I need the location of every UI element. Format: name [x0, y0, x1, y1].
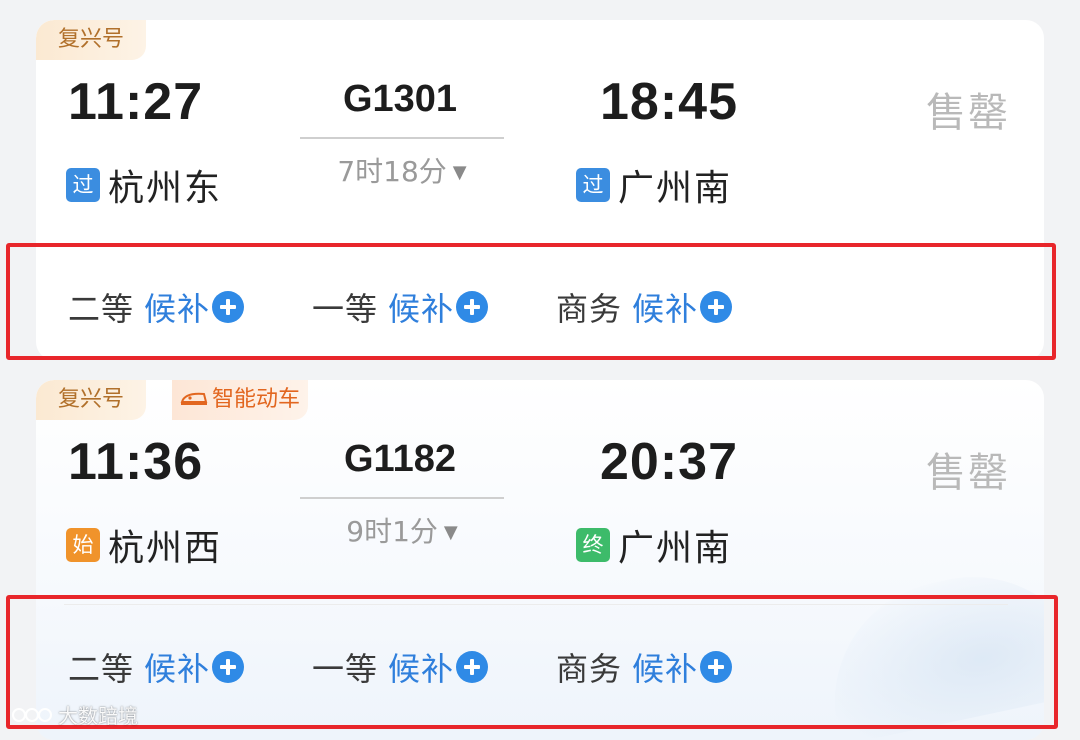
duration-toggle[interactable]: 9时1分 ▼ [300, 510, 504, 550]
duration-text: 9时1分 [346, 515, 438, 548]
chevron-down-icon: ▼ [443, 522, 458, 543]
highlight-box-seats-2 [6, 595, 1058, 729]
fuxing-tag: 复兴号 [36, 20, 147, 60]
duration-text: 7时18分 [337, 155, 447, 188]
smart-emu-tag: 智能动车 [172, 380, 309, 420]
watermark-text: 大数踣境 [58, 704, 138, 728]
watermark: 大数踣境 [10, 700, 138, 729]
from-station: 过 杭州东 [66, 159, 222, 211]
train-icon [180, 392, 208, 405]
arrive-time: 20:37 [600, 433, 738, 491]
station-name: 杭州东 [108, 168, 223, 209]
terminal-badge: 终 [576, 528, 610, 562]
pass-badge: 过 [576, 168, 610, 202]
station-name: 广州南 [618, 528, 733, 569]
train-number: G1182 [344, 438, 456, 480]
chevron-down-icon: ▼ [452, 162, 467, 183]
route-line [300, 137, 504, 139]
highlight-box-seats-1 [6, 243, 1056, 360]
watermark-logo-icon [12, 707, 52, 722]
to-station: 过 广州南 [576, 159, 732, 211]
status-sold-out: 售罄 [926, 90, 1010, 136]
depart-time: 11:36 [68, 433, 204, 491]
arrive-time: 18:45 [600, 73, 738, 131]
depart-time: 11:27 [68, 73, 204, 131]
route-line [300, 497, 504, 499]
duration-toggle[interactable]: 7时18分 ▼ [300, 150, 504, 190]
train-number: G1301 [342, 78, 458, 120]
fuxing-tag: 复兴号 [36, 380, 147, 420]
station-name: 广州南 [618, 168, 733, 209]
status-sold-out: 售罄 [926, 450, 1010, 496]
from-station: 始 杭州西 [66, 519, 222, 571]
origin-badge: 始 [66, 528, 100, 562]
to-station: 终 广州南 [576, 519, 732, 571]
station-name: 杭州西 [108, 528, 223, 569]
smart-emu-label: 智能动车 [212, 387, 301, 412]
pass-badge: 过 [66, 168, 100, 202]
